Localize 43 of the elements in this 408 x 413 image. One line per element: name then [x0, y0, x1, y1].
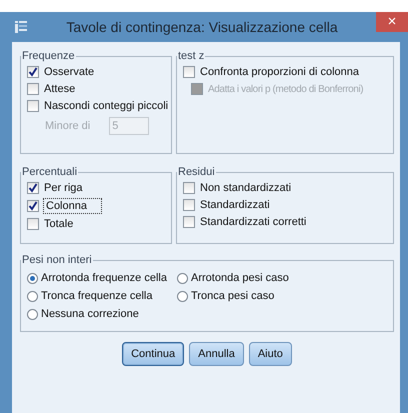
checkbox-label: Confronta proporzioni di colonna: [200, 66, 359, 78]
checkbox-label: Osservate: [44, 66, 94, 78]
checkbox[interactable]: [27, 182, 39, 194]
radio-button[interactable]: [177, 272, 188, 284]
table-icon: [14, 20, 28, 34]
radio-label: Arrotonda frequenze cella: [41, 272, 167, 284]
dialog-button[interactable]: Annulla: [189, 342, 244, 366]
checkbox-label: Attese: [44, 83, 76, 95]
radio-label: Tronca pesi caso: [191, 290, 274, 302]
radio-button[interactable]: [177, 290, 188, 302]
field-label: Minore di: [44, 120, 90, 132]
window-title: Tavole di contingenza: Visualizzazione cella: [65, 19, 339, 35]
group-title: test z: [177, 50, 206, 62]
dialog-button[interactable]: Continua: [122, 342, 184, 366]
checkbox[interactable]: [183, 182, 195, 194]
radio-button[interactable]: [27, 308, 38, 320]
radio-label: Nessuna correzione: [41, 308, 139, 320]
checkbox[interactable]: [27, 83, 39, 95]
radio-label: Tronca frequenze cella: [41, 290, 152, 302]
checkbox-label: Standardizzati corretti: [200, 216, 306, 228]
checkbox[interactable]: [27, 218, 39, 230]
radio-label: Arrotonda pesi caso: [191, 272, 289, 284]
checkbox[interactable]: [183, 66, 195, 78]
group-title: Pesi non interi: [21, 254, 93, 266]
checkbox-label: Nascondi conteggi piccoli: [44, 100, 168, 112]
close-button[interactable]: ×: [376, 12, 408, 32]
group-title: Residui: [177, 166, 216, 178]
checkbox[interactable]: [27, 66, 39, 78]
checkbox[interactable]: [27, 200, 39, 212]
checkbox[interactable]: [27, 100, 39, 112]
group-title: Frequenze: [21, 50, 76, 62]
checkbox-label: Colonna: [44, 199, 101, 213]
radio-button[interactable]: [27, 290, 38, 302]
group-title: Percentuali: [21, 166, 78, 178]
checkbox-label: Adatta i valori p (metodo di Bonferroni): [208, 84, 364, 94]
checkbox-label: Non standardizzati: [200, 182, 292, 194]
dialog-button[interactable]: Aiuto: [248, 342, 292, 366]
checkbox-label: Per riga: [44, 182, 83, 194]
checkbox[interactable]: [183, 199, 195, 211]
checkbox[interactable]: [183, 216, 195, 228]
radio-button[interactable]: [27, 272, 38, 284]
checkbox-label: Totale: [44, 218, 74, 230]
checkbox-label: Standardizzati: [200, 199, 270, 211]
